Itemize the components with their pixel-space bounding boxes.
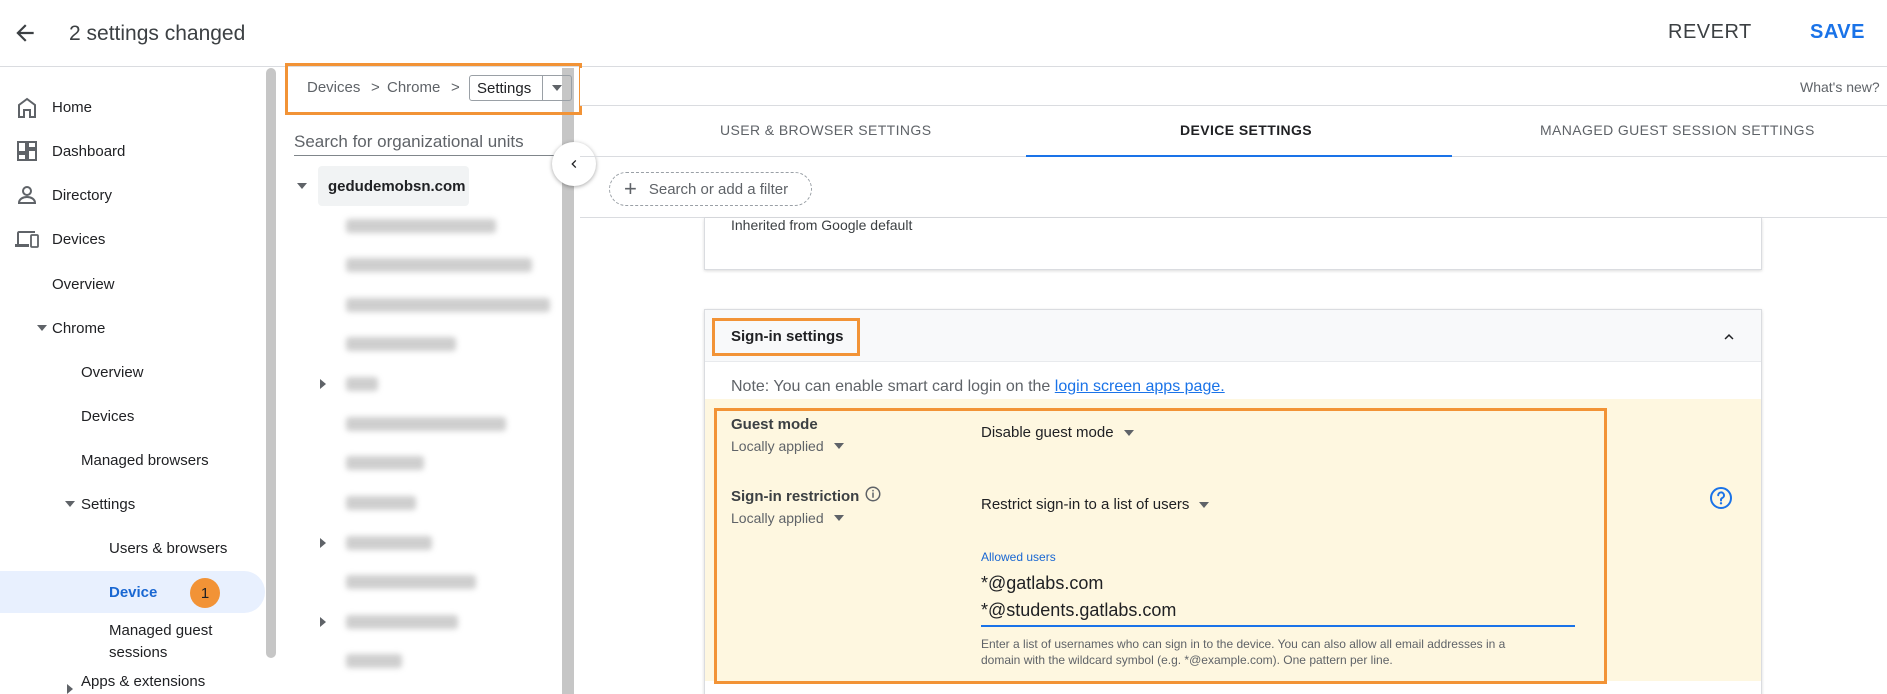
- org-unit-item[interactable]: [346, 417, 506, 431]
- login-screen-apps-link[interactable]: login screen apps page.: [1055, 378, 1225, 395]
- org-unit-item[interactable]: [346, 456, 424, 470]
- settings-expand-icon[interactable]: [65, 501, 75, 507]
- expand-icon[interactable]: [320, 617, 326, 627]
- tab-managed-guest-session-settings[interactable]: MANAGED GUEST SESSION SETTINGS: [1540, 122, 1815, 138]
- dropdown-icon: [833, 515, 844, 521]
- chrome-expand-icon[interactable]: [37, 325, 47, 331]
- signin-settings-title: Sign-in settings: [731, 328, 844, 345]
- nav-item-apps-extensions[interactable]: Apps & extensions: [81, 668, 205, 694]
- back-arrow-icon[interactable]: [12, 20, 38, 46]
- allowed-users-helper-text: Enter a list of usernames who can sign i…: [981, 637, 1506, 667]
- nav-item-home[interactable]: Home: [52, 86, 92, 128]
- chevron-up-icon[interactable]: [1720, 328, 1738, 346]
- org-unit-search-input[interactable]: [294, 128, 564, 156]
- nav-item-chrome-devices[interactable]: Devices: [81, 395, 134, 437]
- device-count-badge: 1: [190, 578, 220, 608]
- breadcrumb-separator: >: [371, 79, 380, 96]
- nav-item-directory[interactable]: Directory: [52, 174, 112, 216]
- signin-card-header[interactable]: [705, 310, 1761, 362]
- active-tab-indicator: [1026, 155, 1452, 157]
- signin-restriction-inheritance-select[interactable]: Locally applied: [731, 510, 844, 526]
- help-icon[interactable]: [1709, 486, 1733, 510]
- tab-user-browser-settings[interactable]: USER & BROWSER SETTINGS: [720, 122, 931, 138]
- info-icon[interactable]: [864, 485, 882, 503]
- inherited-status: Inherited from Google default: [731, 217, 913, 233]
- apps-expand-icon[interactable]: [67, 684, 73, 694]
- add-filter-chip[interactable]: + Search or add a filter: [609, 172, 812, 206]
- org-unit-item[interactable]: [346, 654, 402, 668]
- signin-restriction-label: Sign-in restriction: [731, 488, 860, 505]
- breadcrumb-separator: >: [451, 79, 460, 96]
- nav-item-devices[interactable]: Devices: [52, 218, 105, 260]
- org-unit-item[interactable]: [346, 377, 378, 391]
- nav-scrollbar[interactable]: [266, 68, 276, 658]
- breadcrumb-devices[interactable]: Devices: [307, 79, 360, 96]
- home-icon: [18, 97, 36, 118]
- allowed-users-label: Allowed users: [981, 550, 1056, 564]
- plus-icon: +: [624, 176, 637, 201]
- org-unit-item[interactable]: [346, 615, 458, 629]
- dashboard-icon: [17, 141, 37, 161]
- nav-item-chrome-overview[interactable]: Overview: [81, 351, 144, 393]
- org-root-unit[interactable]: gedudemobsn.com: [318, 166, 469, 206]
- allowed-user-entry[interactable]: *@students.gatlabs.com: [981, 600, 1176, 621]
- changes-title: 2 settings changed: [69, 22, 246, 45]
- expand-icon[interactable]: [320, 538, 326, 548]
- nav-item-managed-browsers[interactable]: Managed browsers: [81, 439, 209, 481]
- org-unit-item[interactable]: [346, 496, 416, 510]
- filter-placeholder: Search or add a filter: [648, 180, 789, 198]
- person-icon: [17, 186, 37, 204]
- org-unit-item[interactable]: [346, 536, 432, 550]
- nav-item-dashboard[interactable]: Dashboard: [52, 130, 125, 172]
- nav-item-chrome[interactable]: Chrome: [52, 307, 105, 349]
- tab-device-settings[interactable]: DEVICE SETTINGS: [1180, 122, 1312, 138]
- top-bar: 2 settings changed REVERT SAVE: [0, 0, 1887, 67]
- guest-mode-inheritance-select[interactable]: Locally applied: [731, 438, 844, 454]
- org-unit-item[interactable]: [346, 575, 476, 589]
- nav-item-users-browsers[interactable]: Users & browsers: [109, 527, 227, 569]
- dropdown-icon[interactable]: [541, 76, 571, 100]
- nav-item-settings[interactable]: Settings: [81, 483, 135, 525]
- breadcrumb-settings: Settings: [477, 79, 532, 97]
- nav-item-managed-guest-sessions[interactable]: Managed guest sessions: [109, 620, 212, 664]
- revert-button[interactable]: REVERT: [1668, 21, 1752, 44]
- allowed-users-input-underline: [981, 625, 1575, 627]
- guest-mode-select[interactable]: Disable guest mode: [981, 424, 1134, 441]
- smart-card-note: Note: You can enable smart card login on…: [731, 378, 1225, 395]
- save-button[interactable]: SAVE: [1810, 21, 1865, 44]
- allowed-user-entry[interactable]: *@gatlabs.com: [981, 573, 1103, 594]
- nav-item-overview[interactable]: Overview: [52, 263, 115, 305]
- nav-item-device[interactable]: Device: [0, 571, 265, 613]
- guest-mode-label: Guest mode: [731, 416, 818, 433]
- expand-icon[interactable]: [320, 379, 326, 389]
- breadcrumb-settings-select[interactable]: Settings: [469, 75, 572, 101]
- org-unit-item[interactable]: [346, 219, 496, 233]
- org-unit-item[interactable]: [346, 337, 456, 351]
- breadcrumb-chrome[interactable]: Chrome: [387, 79, 440, 96]
- devices-icon: [15, 231, 39, 248]
- org-unit-item[interactable]: [346, 298, 550, 312]
- dropdown-icon: [1199, 501, 1210, 508]
- org-unit-item[interactable]: [346, 258, 532, 272]
- signin-restriction-select[interactable]: Restrict sign-in to a list of users: [981, 496, 1210, 513]
- whats-new-link[interactable]: What's new?: [1800, 79, 1880, 95]
- dropdown-icon: [833, 443, 844, 449]
- dropdown-icon: [1123, 429, 1134, 436]
- subheader-bar: [580, 68, 1887, 106]
- org-root-expand-icon[interactable]: [297, 183, 307, 189]
